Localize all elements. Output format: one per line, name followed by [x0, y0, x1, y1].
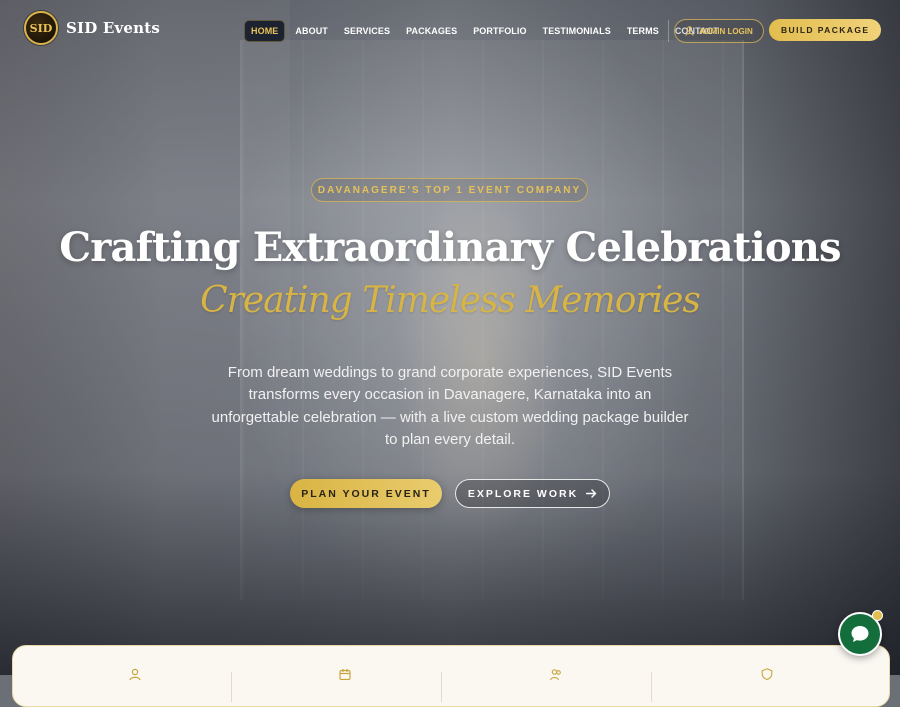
admin-login-label: ADMIN LOGIN: [699, 26, 753, 36]
site-header: SID SID Events HOME ABOUT SERVICES PACKA…: [0, 0, 900, 60]
main-nav: HOME ABOUT SERVICES PACKAGES PORTFOLIO T…: [244, 20, 725, 42]
arrow-right-icon: [586, 489, 597, 498]
nav-testimonials[interactable]: TESTIMONIALS: [537, 21, 617, 41]
hero-script-subtitle: Creating Timeless Memories: [200, 280, 701, 321]
explore-work-label: EXPLORE WORK: [467, 487, 579, 500]
notification-dot: [872, 610, 883, 621]
plan-your-event-button[interactable]: PLAN YOUR EVENT: [290, 479, 442, 508]
shield-icon: [761, 668, 773, 680]
hero-description: From dream weddings to grand corporate e…: [211, 364, 689, 448]
nav-home[interactable]: HOME: [244, 20, 286, 42]
brand[interactable]: SID SID Events: [24, 11, 160, 45]
hero-badge: DAVANAGERE'S TOP 1 EVENT COMPANY: [311, 178, 588, 202]
chat-bubble-icon: [851, 626, 869, 642]
nav-packages[interactable]: PACKAGES: [400, 21, 463, 41]
nav-portfolio[interactable]: PORTFOLIO: [467, 21, 532, 41]
admin-login-button[interactable]: ADMIN LOGIN: [674, 19, 764, 43]
nav-divider: [668, 20, 669, 42]
stats-divider: [651, 672, 652, 702]
stats-card: [12, 645, 890, 707]
user-icon: [129, 668, 141, 680]
nav-terms[interactable]: TERMS: [621, 21, 665, 41]
logo: SID: [24, 11, 58, 45]
hero-title: Crafting Extraordinary Celebrations: [59, 224, 841, 271]
svg-text:SID: SID: [30, 22, 53, 35]
explore-work-button[interactable]: EXPLORE WORK: [455, 479, 610, 508]
logo-mark: SID: [30, 22, 53, 35]
user-icon: [685, 26, 694, 36]
stats-divider: [231, 672, 232, 702]
stats-divider: [441, 672, 442, 702]
nav-services[interactable]: SERVICES: [338, 21, 396, 41]
users-icon: [550, 668, 562, 680]
build-package-button[interactable]: BUILD PACKAGE: [769, 19, 882, 41]
nav-about[interactable]: ABOUT: [289, 21, 334, 41]
hero-overlay: [0, 0, 900, 675]
calendar-icon: [339, 668, 351, 680]
brand-name: SID Events: [66, 19, 161, 37]
